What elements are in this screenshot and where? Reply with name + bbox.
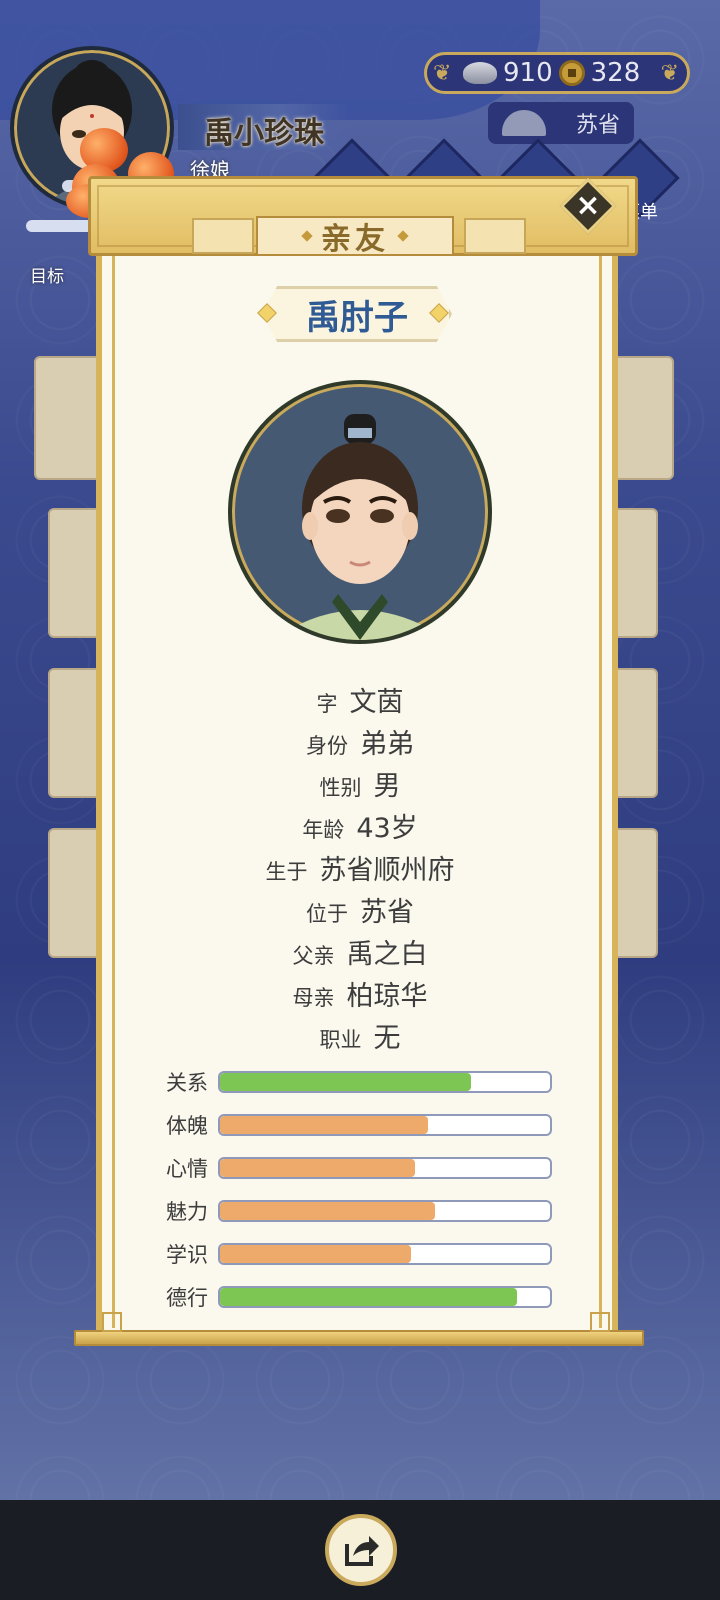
stat-bar [218,1199,552,1222]
stat-bar-fill [220,1072,471,1091]
stat-row: 心情 [166,1146,552,1189]
stat-row: 学识 [166,1232,552,1275]
info-value: 禹之白 [346,939,428,970]
character-name-plate: 禹肘子 [262,286,452,342]
info-row-location: 位于 苏省 [0,890,720,932]
info-row-gender: 性别 男 [0,764,720,806]
share-icon [345,1536,379,1566]
stat-label: 体魄 [166,1113,208,1138]
corner-ornament [102,1312,122,1332]
character-stats: 关系体魄心情魅力学识德行 [166,1060,552,1318]
info-value: 苏省顺州府 [319,855,455,886]
iron-icon [502,110,546,136]
header-side-plate [192,218,254,254]
currency-bar: ❦ 910 328 ❦ [424,52,690,94]
silver-amount: 910 [503,58,553,88]
stat-bar-fill [220,1287,517,1306]
stat-row: 德行 [166,1275,552,1318]
bamboo-left-icon: ❦ [433,61,452,86]
stat-label: 心情 [166,1156,208,1181]
info-row-courtesy-name: 字 文茵 [0,680,720,722]
info-value: 43岁 [356,813,418,844]
info-label: 母亲 [292,986,335,1010]
info-label: 职业 [319,1028,362,1052]
info-value: 男 [373,771,401,802]
stat-label: 魅力 [166,1199,208,1224]
character-portrait [228,380,492,644]
corner-ornament [590,1312,610,1332]
character-figure [272,414,448,640]
stat-bar-fill [220,1115,428,1134]
info-label: 身份 [306,734,348,758]
stat-bar [218,1113,552,1136]
info-row-occupation: 职业 无 [0,1016,720,1058]
stat-bar [218,1070,552,1093]
info-value: 文茵 [349,687,404,718]
location-tag[interactable]: 苏省 [488,102,634,144]
stat-row: 关系 [166,1060,552,1103]
bamboo-right-icon: ❦ [660,61,679,86]
info-label: 年龄 [302,818,345,842]
stat-bar-fill [220,1244,412,1263]
info-row-birthplace: 生于 苏省顺州府 [0,848,720,890]
stat-bar-fill [220,1158,415,1177]
character-info-list: 字 文茵 身份 弟弟 性别 男 年龄 43岁 生于 苏省顺州府 位于 苏省 父亲… [0,680,720,1058]
silver-ingot-icon [463,62,497,84]
info-row-age: 年龄 43岁 [0,806,720,848]
goal-button[interactable]: 目标 [30,262,64,287]
info-row-identity: 身份 弟弟 [0,722,720,764]
info-value: 无 [373,1023,401,1054]
info-label: 性别 [319,776,362,800]
stat-bar [218,1156,552,1179]
close-icon[interactable]: × [568,186,608,226]
dialog-title-plate: 亲友 [256,216,454,257]
stat-label: 关系 [166,1070,208,1095]
stat-bar-fill [220,1201,435,1220]
header-side-plate [464,218,526,254]
player-name: 禹小珍珠 [204,116,324,151]
coin-amount: 328 [590,58,641,88]
location-label: 苏省 [575,113,620,138]
dialog-title: 亲友 [321,222,389,257]
stat-label: 德行 [166,1285,208,1310]
info-label: 生于 [265,860,308,884]
stat-row: 体魄 [166,1103,552,1146]
info-row-father: 父亲 禹之白 [0,932,720,974]
info-value: 弟弟 [360,729,414,760]
info-value: 柏琼华 [346,981,428,1012]
stat-row: 魅力 [166,1189,552,1232]
dialog-scroll-bottom [74,1330,644,1346]
copper-coin-icon [558,60,585,86]
info-label: 字 [316,692,338,716]
stat-label: 学识 [166,1242,208,1267]
stat-bar [218,1242,552,1265]
info-row-mother: 母亲 柏琼华 [0,974,720,1016]
info-label: 位于 [306,902,348,926]
info-label: 父亲 [292,944,335,968]
info-value: 苏省 [360,897,414,928]
character-name: 禹肘子 [306,297,408,338]
share-button[interactable] [325,1514,397,1586]
stat-bar [218,1285,552,1308]
